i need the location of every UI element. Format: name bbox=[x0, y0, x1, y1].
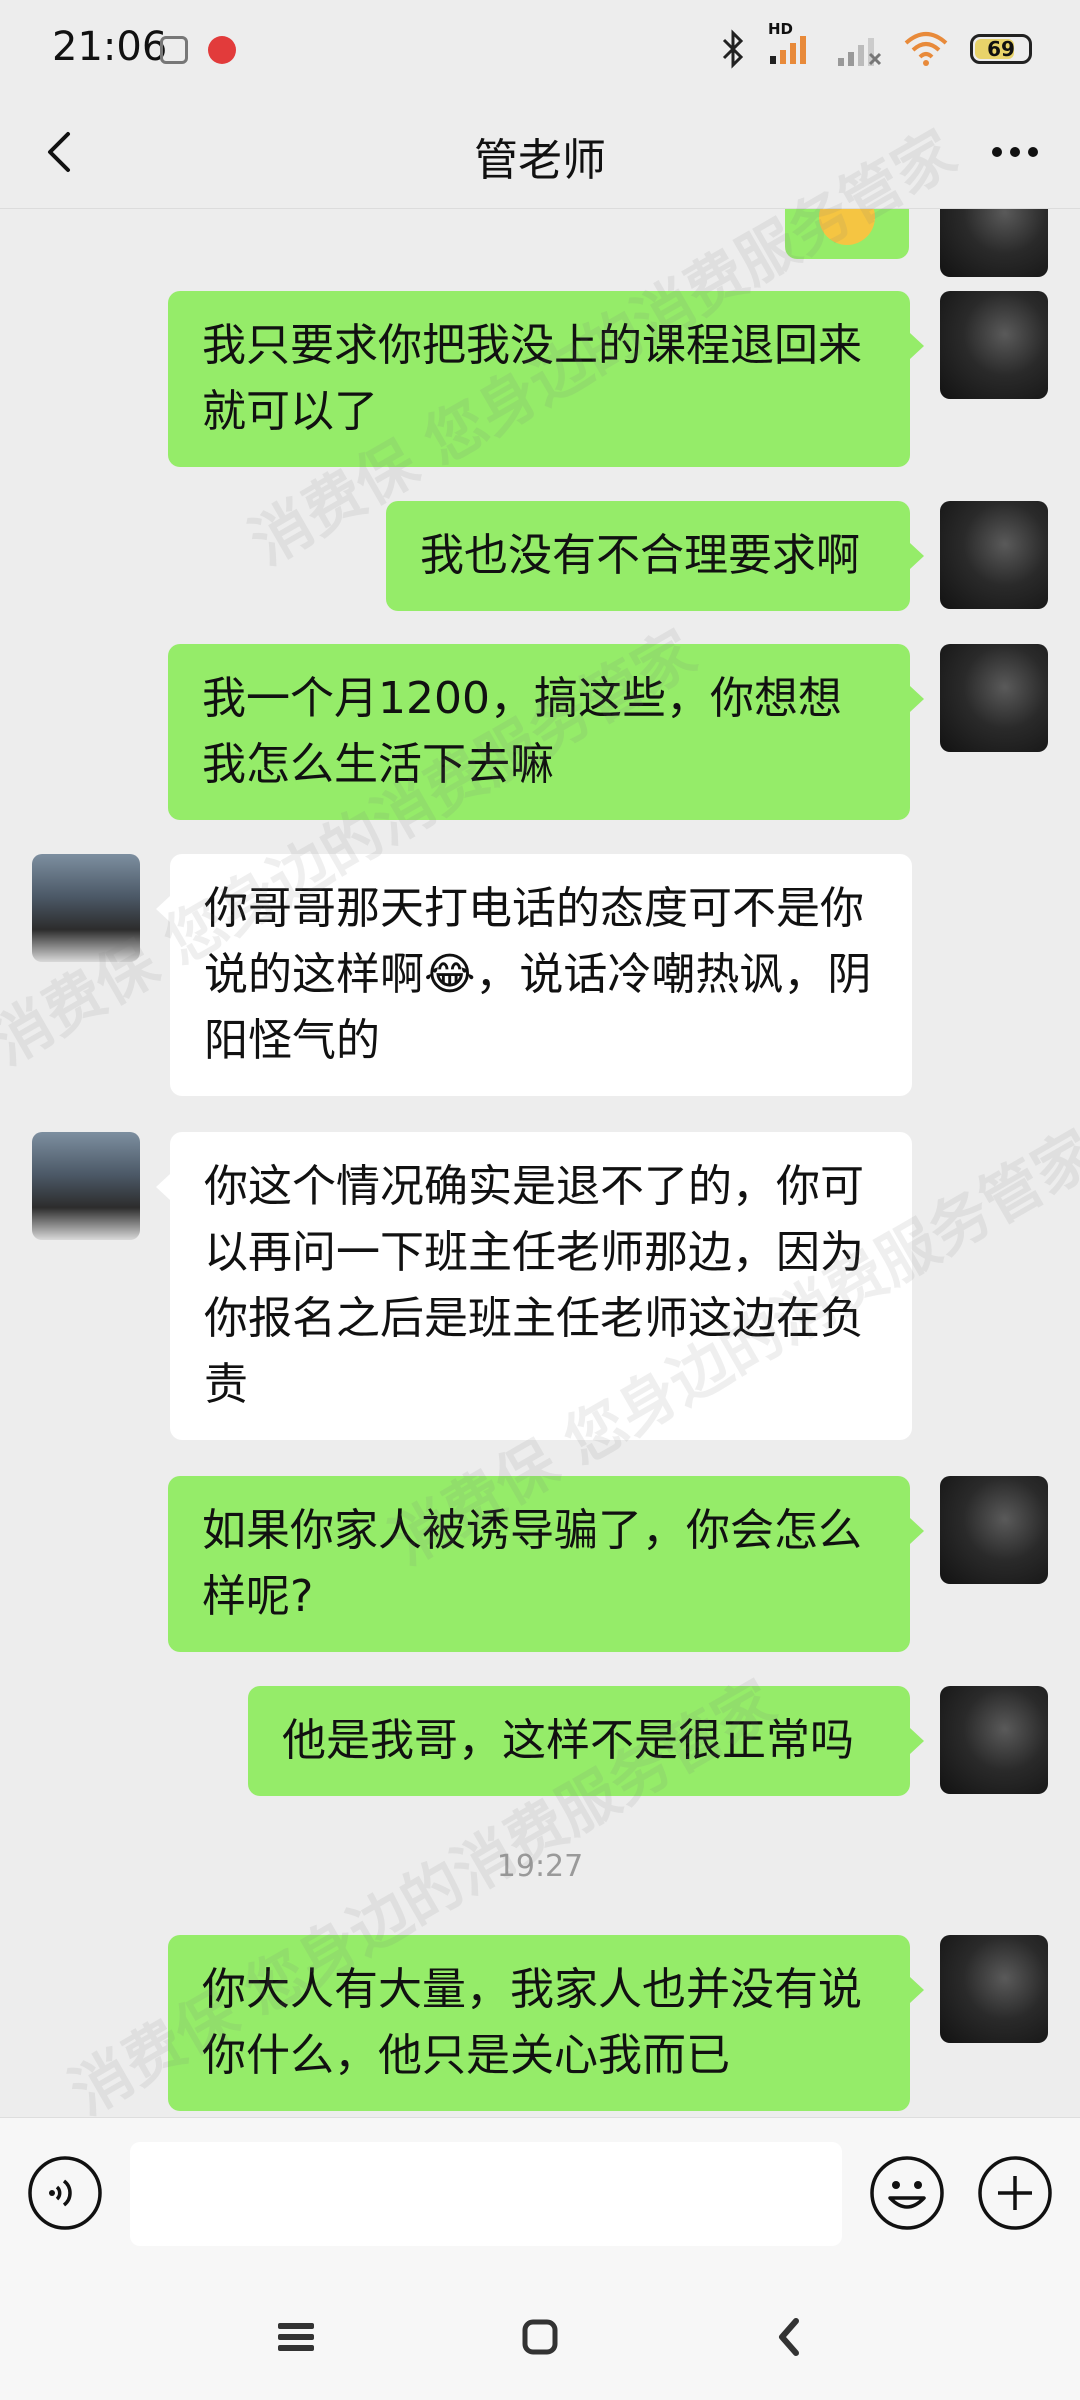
message-text: 你哥哥那天打电话的态度可不是你说的这样啊😂，说话冷嘲热讽，阴阳怪气的 bbox=[204, 883, 872, 1066]
input-bar bbox=[0, 2117, 1080, 2274]
teacher-avatar[interactable] bbox=[32, 854, 140, 962]
my-avatar[interactable] bbox=[940, 644, 1048, 752]
message-text: 你这个情况确实是退不了的，你可以再问一下班主任老师那边，因为你报名之后是班主任老… bbox=[204, 1161, 864, 1410]
message-bubble[interactable]: 你这个情况确实是退不了的，你可以再问一下班主任老师那边，因为你报名之后是班主任老… bbox=[170, 1132, 912, 1440]
more-options-icon[interactable] bbox=[980, 120, 1050, 184]
message-bubble[interactable] bbox=[785, 209, 909, 259]
teacher-avatar[interactable] bbox=[32, 1132, 140, 1240]
status-bar: 21:06 HD 69 bbox=[0, 0, 1080, 100]
back-nav-icon[interactable] bbox=[760, 2307, 820, 2367]
my-avatar[interactable] bbox=[940, 291, 1048, 399]
voice-input-button[interactable] bbox=[26, 2154, 104, 2232]
gallery-notification-icon bbox=[160, 36, 188, 64]
my-avatar[interactable] bbox=[940, 501, 1048, 609]
message-text: 如果你家人被诱导骗了，你会怎么样呢? bbox=[202, 1505, 862, 1622]
message-bubble[interactable]: 如果你家人被诱导骗了，你会怎么样呢? bbox=[168, 1476, 910, 1652]
network-badge: HD bbox=[768, 20, 794, 38]
message-bubble[interactable]: 我一个月1200，搞这些，你想想我怎么生活下去嘛 bbox=[168, 644, 910, 820]
my-avatar[interactable] bbox=[940, 1686, 1048, 1794]
chat-title: 管老师 bbox=[474, 135, 606, 186]
menu-icon[interactable] bbox=[266, 2307, 326, 2367]
message-bubble[interactable]: 我也没有不合理要求啊 bbox=[386, 501, 910, 611]
my-avatar[interactable] bbox=[940, 209, 1048, 277]
message-bubble[interactable]: 他是我哥，这样不是很正常吗 bbox=[248, 1686, 910, 1796]
home-icon[interactable] bbox=[510, 2307, 570, 2367]
bluetooth-icon bbox=[722, 29, 744, 69]
wifi-icon bbox=[904, 32, 948, 66]
emoji-icon bbox=[819, 209, 875, 245]
battery-icon: 69 bbox=[970, 34, 1032, 64]
system-navigation-bar bbox=[0, 2273, 1080, 2400]
message-text: 你大人有大量，我家人也并没有说你什么，他只是关心我而已 bbox=[202, 1964, 862, 2081]
signal-2-icon bbox=[838, 38, 882, 66]
app-notification-icon bbox=[208, 36, 236, 64]
message-list[interactable]: 我只要求你把我没上的课程退回来就可以了 我也没有不合理要求啊 我一个月1200，… bbox=[0, 209, 1080, 2117]
my-avatar[interactable] bbox=[940, 1935, 1048, 2043]
message-bubble[interactable]: 你哥哥那天打电话的态度可不是你说的这样啊😂，说话冷嘲热讽，阴阳怪气的 bbox=[170, 854, 912, 1096]
signal-1-icon: HD bbox=[768, 20, 814, 70]
message-input[interactable] bbox=[130, 2142, 842, 2246]
message-text: 我也没有不合理要求啊 bbox=[420, 530, 860, 581]
status-time: 21:06 bbox=[52, 24, 168, 70]
battery-level: 69 bbox=[987, 37, 1015, 61]
message-text: 我一个月1200，搞这些，你想想我怎么生活下去嘛 bbox=[202, 673, 842, 790]
message-bubble[interactable]: 你大人有大量，我家人也并没有说你什么，他只是关心我而已 bbox=[168, 1935, 910, 2111]
message-timestamp: 19:27 bbox=[496, 1849, 584, 1884]
status-icons: HD 69 bbox=[720, 20, 1032, 70]
emoji-button[interactable] bbox=[868, 2154, 946, 2232]
my-avatar[interactable] bbox=[940, 1476, 1048, 1584]
message-text: 他是我哥，这样不是很正常吗 bbox=[282, 1715, 854, 1766]
message-bubble[interactable]: 我只要求你把我没上的课程退回来就可以了 bbox=[168, 291, 910, 467]
chat-header: 管老师 bbox=[0, 100, 1080, 209]
more-functions-button[interactable] bbox=[976, 2154, 1054, 2232]
message-text: 我只要求你把我没上的课程退回来就可以了 bbox=[202, 320, 862, 437]
